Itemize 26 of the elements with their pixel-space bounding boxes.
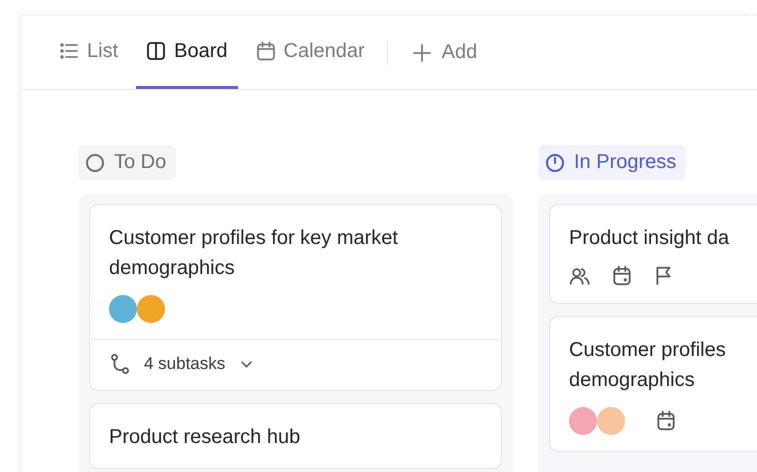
add-view-button[interactable]: Add — [402, 16, 488, 89]
circle-icon — [85, 152, 105, 172]
clock-icon — [545, 152, 565, 172]
task-title: Product research hub — [109, 425, 302, 450]
task-title: Product insight da — [569, 226, 730, 251]
task-card[interactable]: Customer profiles demographics — [549, 316, 757, 452]
status-label: To Do — [78, 145, 176, 180]
view-tab[interactable]: List — [49, 16, 128, 89]
calendar-icon[interactable] — [611, 265, 633, 287]
list-icon — [59, 41, 79, 61]
view-tab[interactable]: Calendar — [246, 16, 375, 89]
task-card[interactable]: Product insight da — [549, 204, 757, 304]
calendar-icon[interactable] — [655, 410, 677, 432]
task-title: demographics — [109, 256, 236, 281]
task-card[interactable]: Product research hub — [89, 403, 502, 469]
subtasks-toggle[interactable]: 4 subtasks — [109, 353, 254, 375]
plus-icon — [412, 42, 432, 62]
task-card[interactable]: Customer profiles for key market demographics 4 subtasks — [89, 204, 502, 391]
calendar-icon — [256, 41, 276, 61]
task-title: Customer profiles for key market — [109, 226, 399, 251]
task-title: Customer profiles — [569, 338, 727, 363]
board-icon — [146, 41, 166, 61]
status-label: In Progress — [538, 145, 686, 180]
task-title: demographics — [569, 368, 696, 393]
subtask-icon — [109, 353, 131, 375]
view-tab[interactable]: Board — [136, 16, 238, 89]
